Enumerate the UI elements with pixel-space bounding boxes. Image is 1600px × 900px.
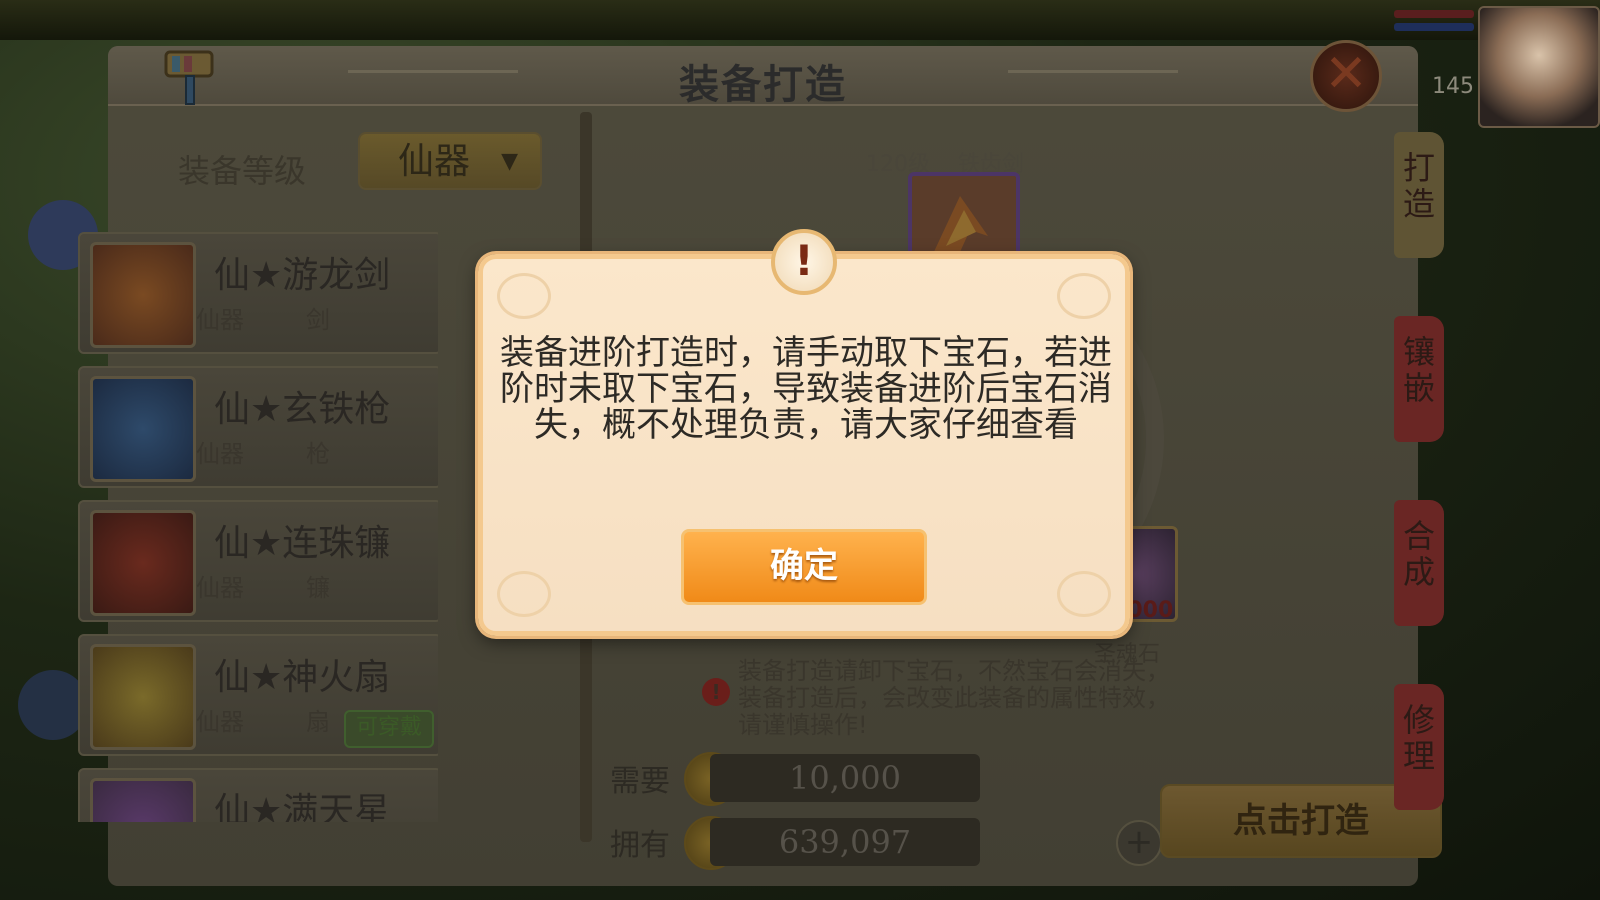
equipment-grade: 仙器 <box>196 440 244 468</box>
equipment-item[interactable]: 仙★神火扇 仙器 扇 可穿戴 <box>78 634 438 756</box>
tab-combine[interactable]: 合成 <box>1394 500 1444 626</box>
equipment-type: 扇 <box>306 708 330 736</box>
equipment-name: 仙★神火扇 <box>214 657 391 698</box>
confirm-button[interactable]: 确定 <box>681 529 927 605</box>
star-weapon-icon <box>90 778 196 822</box>
level-dropdown-value: 仙器 <box>398 141 471 182</box>
modal-ornament <box>1057 571 1111 617</box>
equipment-grade: 仙器 <box>196 574 244 602</box>
equipment-item[interactable]: 仙★满天星 <box>78 768 438 822</box>
cost-have-value: 639,097 <box>710 818 980 866</box>
exclamation-icon: ! <box>771 229 837 295</box>
warning-icon: ! <box>702 678 730 706</box>
add-currency-button[interactable]: + <box>1116 820 1162 866</box>
equipment-name: 仙★满天星 <box>214 791 391 822</box>
hammer-icon <box>164 50 214 105</box>
level-dropdown[interactable]: 仙器 ▼ <box>358 132 542 190</box>
equipment-item[interactable]: 仙★连珠镰 仙器 镰 <box>78 500 438 622</box>
ice-spear-icon <box>90 376 196 482</box>
equipment-type: 剑 <box>306 306 330 334</box>
equipment-type: 枪 <box>306 440 330 468</box>
equipment-item[interactable]: 仙★游龙剑 仙器 剑 <box>78 232 438 354</box>
wearable-badge: 可穿戴 <box>344 710 434 748</box>
player-avatar[interactable] <box>1478 6 1600 128</box>
modal-message: 装备进阶打造时，请手动取下宝石，若进阶时未取下宝石，导致装备进阶后宝石消失，概不… <box>500 333 1112 445</box>
tab-repair[interactable]: 修理 <box>1394 684 1444 810</box>
equipment-name: 仙★游龙剑 <box>214 255 391 296</box>
player-status-bars <box>1394 10 1474 36</box>
fire-fan-icon <box>90 644 196 750</box>
warning-line: 请谨慎操作! <box>738 711 868 739</box>
level-filter-label: 装备等级 <box>178 152 307 190</box>
panel-title: 装备打造 <box>679 62 847 108</box>
panel-header: 装备打造 <box>108 46 1418 108</box>
warning-text: 装备打造请卸下宝石，不然宝石会消失， 装备打造后，会改变此装备的属性特效， 请谨… <box>738 658 1258 739</box>
flame-sword-icon <box>90 242 196 348</box>
chevron-down-icon: ▼ <box>501 149 518 174</box>
cost-need-label: 需要 <box>610 764 670 799</box>
equipment-item[interactable]: 仙★玄铁枪 仙器 枪 <box>78 366 438 488</box>
modal-ornament <box>497 571 551 617</box>
alert-dialog: ! 装备进阶打造时，请手动取下宝石，若进阶时未取下宝石，导致装备进阶后宝石消失，… <box>478 229 1130 636</box>
equipment-list: 仙★游龙剑 仙器 剑 仙★玄铁枪 仙器 枪 仙★连珠镰 仙器 镰 仙★神火扇 仙… <box>78 232 438 822</box>
cost-have-label: 拥有 <box>610 828 670 863</box>
equipment-grade: 仙器 <box>196 306 244 334</box>
equipment-grade: 仙器 <box>196 708 244 736</box>
warning-line: 装备打造请卸下宝石，不然宝石会消失， <box>738 657 1170 685</box>
modal-ornament <box>497 273 551 319</box>
tab-inlay[interactable]: 镶嵌 <box>1394 316 1444 442</box>
warning-line: 装备打造后，会改变此装备的属性特效， <box>738 684 1170 712</box>
equipment-type: 镰 <box>306 574 330 602</box>
tab-forge[interactable]: 打造 <box>1394 132 1444 258</box>
modal-ornament <box>1057 273 1111 319</box>
cost-need-value: 10,000 <box>710 754 980 802</box>
scythe-icon <box>90 510 196 616</box>
background-gate <box>0 0 1600 40</box>
close-button[interactable]: ✕ <box>1310 40 1382 112</box>
equipment-name: 仙★玄铁枪 <box>214 389 391 430</box>
equipment-name: 仙★连珠镰 <box>214 523 391 564</box>
avatar-level: 145 <box>1432 74 1474 99</box>
